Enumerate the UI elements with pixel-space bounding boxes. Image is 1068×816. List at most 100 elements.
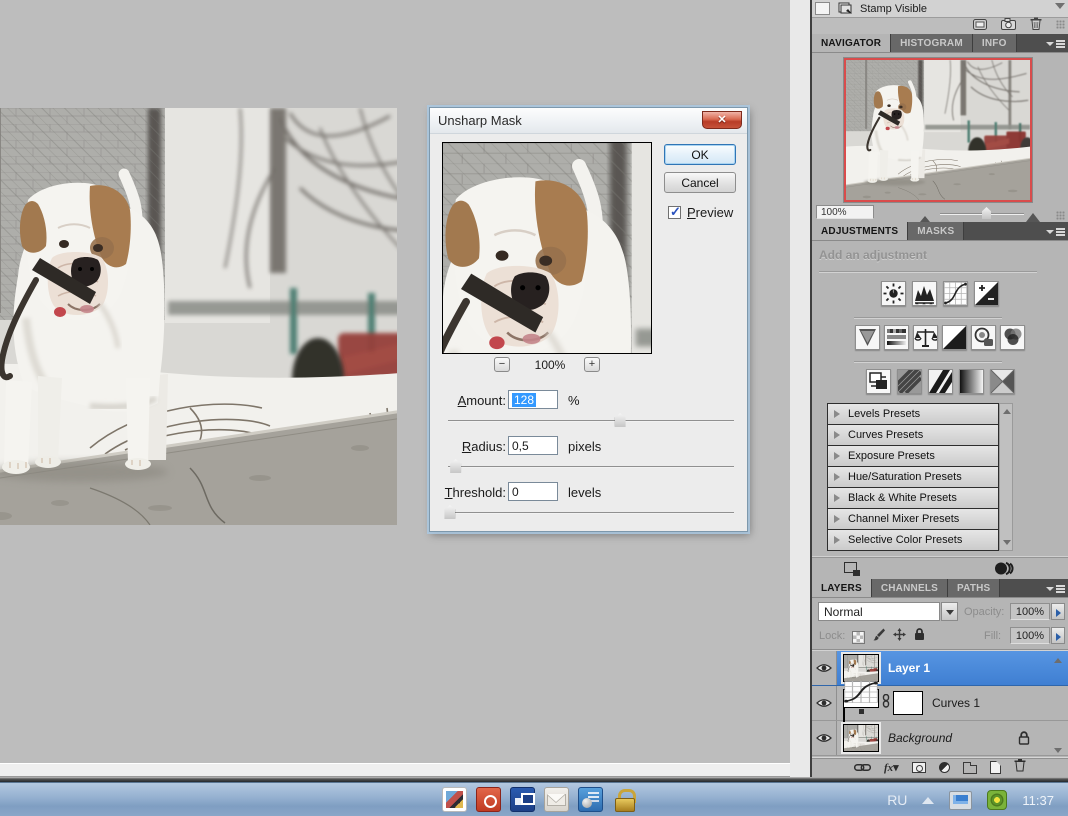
black-white-icon[interactable] — [942, 325, 967, 350]
amount-slider[interactable] — [448, 420, 734, 422]
dialog-titlebar[interactable]: Unsharp Mask — [430, 108, 747, 134]
power-app-icon[interactable] — [476, 787, 501, 812]
color-balance-icon[interactable] — [913, 325, 938, 350]
link-layers-chain-icon[interactable] — [854, 759, 871, 777]
preset-black-white[interactable]: Black & White Presets — [827, 488, 999, 509]
tab-navigator[interactable]: NAVIGATOR — [812, 34, 891, 52]
selective-color-icon[interactable] — [990, 369, 1015, 394]
delete-layer-trash-icon[interactable] — [1014, 758, 1026, 777]
tab-paths[interactable]: PATHS — [948, 579, 1000, 597]
opacity-slider-icon[interactable] — [1051, 603, 1065, 620]
layer-style-fx-icon[interactable]: fx▾ — [884, 761, 899, 774]
ok-button[interactable]: OK — [664, 144, 736, 165]
visibility-eye-icon[interactable] — [812, 721, 837, 755]
scroll-up-icon[interactable] — [1054, 658, 1062, 663]
blend-mode-select[interactable]: Normal — [818, 602, 940, 621]
preview-zoom-out-button[interactable]: − — [494, 357, 510, 372]
history-item-stamp-visible[interactable]: Stamp Visible — [812, 0, 1068, 17]
windows-explorer-icon[interactable] — [510, 787, 535, 812]
adjustment-layer-thumbnail[interactable] — [843, 681, 879, 726]
hue-saturation-icon[interactable] — [884, 325, 909, 350]
antivirus-tray-icon[interactable] — [987, 790, 1007, 810]
lock-transparency-icon[interactable] — [852, 631, 865, 644]
invert-icon[interactable] — [866, 369, 891, 394]
new-layer-icon[interactable] — [990, 761, 1001, 774]
add-layer-mask-icon[interactable] — [912, 762, 926, 773]
preview-zoom-in-button[interactable]: + — [584, 357, 600, 372]
history-scroll-down-icon[interactable] — [1055, 3, 1065, 9]
threshold-icon[interactable] — [928, 369, 953, 394]
photo-filter-icon[interactable] — [971, 325, 996, 350]
curves-icon[interactable] — [943, 281, 968, 306]
mask-link-chain-icon[interactable] — [882, 694, 890, 713]
new-snapshot-camera-icon[interactable] — [1001, 17, 1016, 35]
layer-thumbnail[interactable] — [843, 654, 879, 682]
mail-envelope-icon[interactable] — [544, 787, 569, 812]
delete-state-trash-icon[interactable] — [1030, 17, 1042, 35]
panel-resize-grip[interactable] — [1056, 20, 1065, 29]
clock[interactable]: 11:37 — [1022, 793, 1054, 808]
visibility-eye-icon[interactable] — [812, 651, 837, 685]
scroll-down-icon[interactable] — [1003, 540, 1011, 545]
show-hidden-icons-chevron[interactable] — [922, 797, 934, 804]
panel-menu-icon[interactable] — [1042, 579, 1068, 597]
threshold-input[interactable]: 0 — [508, 482, 558, 501]
lock-all-padlock-icon[interactable] — [914, 628, 925, 646]
document-image-dog-photo[interactable] — [0, 108, 397, 525]
amount-input[interactable]: 128 — [508, 390, 558, 409]
expand-arrow-icon[interactable] — [834, 515, 840, 523]
create-document-from-state-icon[interactable] — [973, 17, 987, 35]
panel-menu-icon[interactable] — [1042, 34, 1068, 52]
clip-to-layer-icon[interactable] — [994, 561, 1016, 581]
preset-levels[interactable]: Levels Presets — [827, 404, 999, 425]
amount-slider-thumb[interactable] — [615, 413, 626, 427]
tab-channels[interactable]: CHANNELS — [872, 579, 948, 597]
visibility-eye-icon[interactable] — [812, 686, 837, 720]
tab-masks[interactable]: MASKS — [908, 222, 964, 240]
tab-layers[interactable]: LAYERS — [812, 579, 872, 597]
layer-thumbnail[interactable] — [843, 724, 879, 752]
navigator-zoom-slider[interactable] — [940, 213, 1024, 215]
radius-input[interactable]: 0,5 — [508, 436, 558, 455]
preset-exposure[interactable]: Exposure Presets — [827, 446, 999, 467]
fill-value[interactable]: 100% — [1010, 627, 1050, 644]
preset-scrollbar[interactable] — [999, 403, 1013, 551]
radius-slider-thumb[interactable] — [450, 459, 461, 473]
panel-menu-icon[interactable] — [1042, 222, 1068, 240]
navigator-zoom-field[interactable]: 100% — [816, 205, 874, 219]
preset-hue-saturation[interactable]: Hue/Saturation Presets — [827, 467, 999, 488]
radius-slider[interactable] — [448, 466, 734, 468]
navigator-zoom-slider-thumb[interactable] — [982, 207, 991, 219]
fill-slider-icon[interactable] — [1051, 627, 1065, 644]
display-settings-icon[interactable] — [578, 787, 603, 812]
vibrance-icon[interactable] — [855, 325, 880, 350]
security-padlock-icon[interactable] — [612, 787, 637, 812]
expand-arrow-icon[interactable] — [834, 494, 840, 502]
expand-arrow-icon[interactable] — [834, 431, 840, 439]
image-viewer-icon[interactable] — [442, 787, 467, 812]
layer-name[interactable]: Curves 1 — [932, 696, 980, 710]
layer-row-curves-1[interactable]: Curves 1 — [812, 686, 1068, 721]
posterize-icon[interactable] — [897, 369, 922, 394]
cancel-button[interactable]: Cancel — [664, 172, 736, 193]
language-indicator[interactable]: RU — [887, 792, 907, 808]
expand-arrow-icon[interactable] — [834, 536, 840, 544]
gradient-map-icon[interactable] — [959, 369, 984, 394]
lock-paint-brush-icon[interactable] — [873, 628, 885, 646]
tab-histogram[interactable]: HISTOGRAM — [891, 34, 973, 52]
navigator-proxy-view[interactable] — [844, 58, 1032, 202]
expand-arrow-icon[interactable] — [834, 473, 840, 481]
tab-info[interactable]: INFO — [973, 34, 1017, 52]
new-adjustment-layer-icon[interactable] — [939, 762, 950, 773]
threshold-slider[interactable] — [448, 512, 734, 514]
preset-selective-color[interactable]: Selective Color Presets — [827, 530, 999, 551]
lock-position-move-icon[interactable] — [893, 628, 906, 646]
tab-adjustments[interactable]: ADJUSTMENTS — [812, 222, 908, 240]
opacity-value[interactable]: 100% — [1010, 603, 1050, 620]
exposure-icon[interactable] — [974, 281, 999, 306]
expand-arrow-icon[interactable] — [834, 452, 840, 460]
layer-name[interactable]: Background — [888, 731, 952, 745]
expand-arrow-icon[interactable] — [834, 410, 840, 418]
network-monitor-tray-icon[interactable] — [949, 791, 972, 810]
layer-name[interactable]: Layer 1 — [888, 661, 930, 675]
